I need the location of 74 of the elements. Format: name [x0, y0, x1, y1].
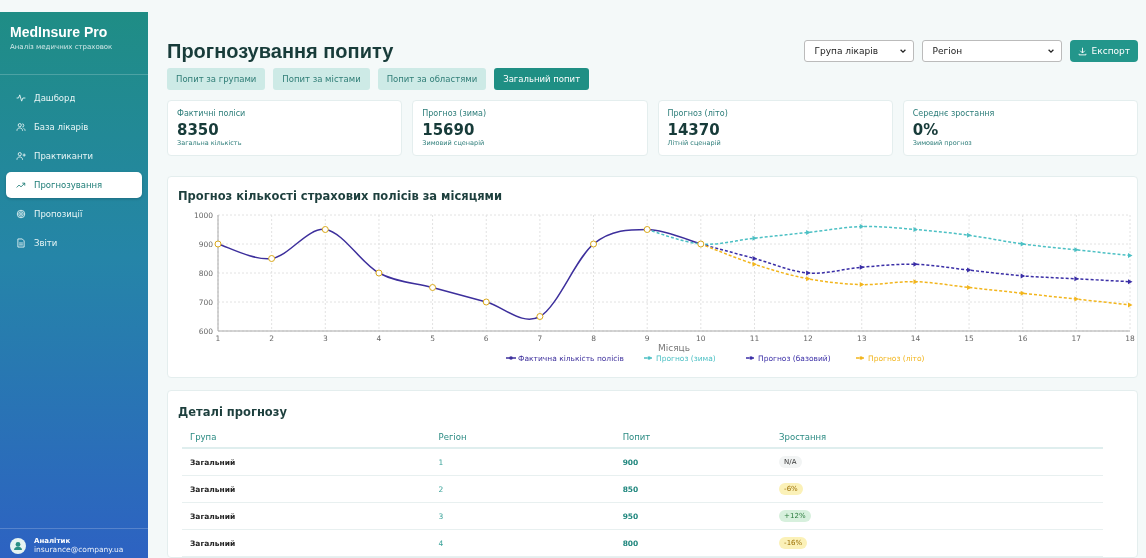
legend-marker	[643, 356, 655, 360]
data-point	[913, 227, 918, 232]
user-plus-icon	[16, 151, 26, 161]
data-point	[1128, 253, 1133, 259]
stat-value: 14370	[667, 121, 721, 139]
tab[interactable]: Попит за групами	[167, 68, 266, 90]
column-header: Зростання	[771, 427, 1103, 448]
target-icon	[16, 209, 26, 219]
data-point	[806, 229, 811, 235]
page-title: Прогнозування попиту	[167, 40, 394, 63]
data-point	[429, 284, 437, 291]
data-point	[1074, 247, 1079, 253]
data-point	[1020, 241, 1026, 247]
data-point	[482, 298, 490, 306]
data-point	[913, 261, 918, 267]
data-point	[913, 279, 918, 285]
data-point	[752, 235, 757, 241]
data-point	[536, 313, 544, 320]
x-axis-label: Місяць	[657, 343, 691, 353]
data-point	[375, 269, 383, 277]
stat-label: Фактичні поліси	[177, 109, 247, 118]
pulse-icon	[16, 93, 26, 103]
data-point	[859, 264, 865, 270]
stat-label: Середнє зростання	[912, 109, 996, 118]
user-avatar-icon	[10, 537, 26, 554]
chevron-down-icon	[898, 47, 907, 55]
export-button[interactable]: Експорт	[1069, 40, 1138, 62]
data-point	[268, 255, 276, 262]
stat-label: Прогноз (зима)	[422, 109, 487, 118]
data-point	[1128, 279, 1133, 285]
tab[interactable]: Загальний попит	[494, 68, 590, 90]
stat-label: Прогноз (літо)	[667, 109, 729, 118]
data-point	[1074, 276, 1079, 282]
sidebar-item[interactable]: Пропозиції	[6, 201, 142, 227]
data-point	[967, 232, 972, 238]
data-point	[859, 224, 865, 230]
sidebar-item[interactable]: База лікарів	[6, 114, 142, 140]
trend-up-icon	[16, 180, 26, 190]
stat-value: 15690	[422, 121, 476, 139]
document-icon	[16, 238, 26, 248]
sidebar-item[interactable]: Прогнозування	[6, 172, 142, 198]
brand-name: MedInsure Pro	[10, 24, 109, 40]
data-point	[214, 240, 222, 248]
column-header: Регіон	[430, 427, 615, 448]
data-point	[1020, 273, 1026, 279]
tab[interactable]: Попит за містами	[273, 68, 370, 90]
column-header: Група	[182, 427, 431, 448]
data-point	[590, 240, 598, 248]
stat-value: 0%	[912, 121, 940, 139]
legend-marker	[745, 356, 757, 360]
filter-dropdown[interactable]: Регіон	[921, 40, 1062, 62]
chevron-down-icon	[1046, 47, 1055, 55]
legend-marker	[855, 356, 867, 360]
data-point	[1020, 290, 1026, 296]
data-point	[697, 240, 705, 248]
stat-value: 8350	[177, 121, 220, 139]
column-header: Попит	[614, 427, 772, 448]
sidebar-item[interactable]: Звіти	[6, 230, 142, 256]
data-point	[321, 226, 329, 233]
sidebar-item[interactable]: Практиканти	[6, 143, 142, 169]
filter-dropdown[interactable]: Група лікарів	[803, 40, 914, 62]
users-icon	[16, 122, 26, 132]
data-point	[1074, 296, 1079, 302]
download-icon	[1077, 46, 1087, 56]
data-point	[643, 226, 651, 233]
data-point	[859, 282, 865, 288]
tab[interactable]: Попит за областями	[377, 68, 487, 90]
sidebar-item[interactable]: Дашборд	[6, 85, 142, 111]
legend-marker	[505, 356, 517, 360]
chart-title: Прогноз кількості страхових полісів за місяцями	[178, 189, 504, 203]
details-title: Деталі прогнозу	[178, 405, 288, 419]
data-point	[967, 285, 972, 290]
data-point	[967, 267, 972, 273]
data-point	[1128, 302, 1133, 308]
